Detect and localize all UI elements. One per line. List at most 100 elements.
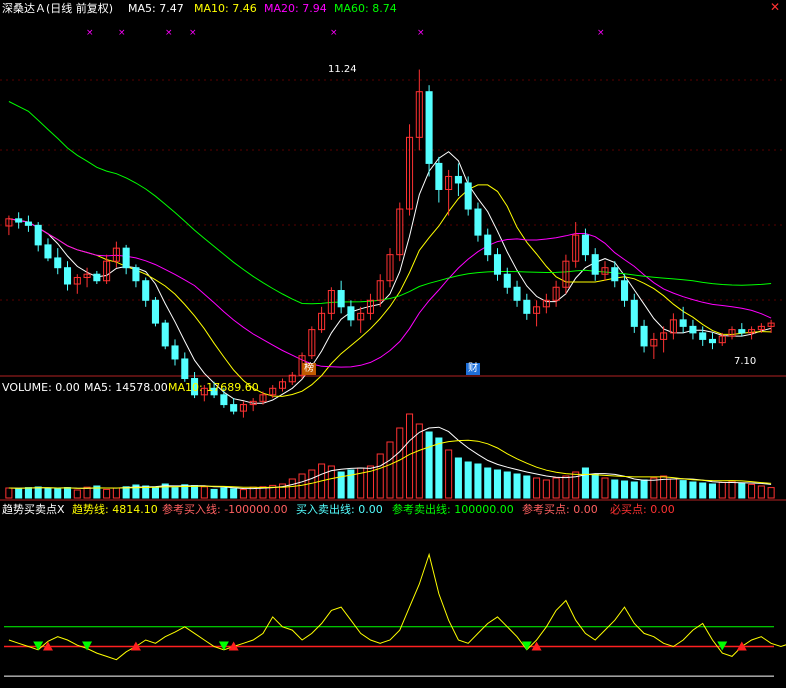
volume-bar: [679, 480, 687, 499]
candle-body: [738, 329, 746, 334]
candle-body: [122, 247, 130, 269]
ref-buy-point-label: 参考买点: 0.00: [522, 503, 598, 516]
candle-body: [523, 299, 531, 314]
volume-label: VOLUME: 0.00: [2, 381, 80, 394]
high-price-label: 11.24: [328, 64, 357, 75]
signal-x-marker: ×: [165, 28, 173, 38]
candle-body: [640, 325, 648, 347]
close-icon[interactable]: ✕: [770, 1, 780, 14]
candle-body: [93, 273, 101, 282]
low-price-label: 7.10: [734, 356, 757, 367]
event-badge[interactable]: 榜: [302, 363, 316, 375]
volume-bar: [337, 471, 345, 499]
candle-body: [132, 267, 140, 282]
volume-bar: [151, 486, 159, 499]
volume-bar: [103, 488, 111, 499]
must-buy-point-label: 必买点: 0.00: [610, 503, 675, 516]
candle-body: [220, 394, 228, 406]
volume-bar: [34, 486, 42, 499]
candle-body: [581, 234, 589, 256]
volume-bar: [503, 471, 511, 499]
ma10-label: MA10: 7.46: [194, 2, 257, 15]
volume-bar: [239, 489, 247, 499]
volume-bar: [171, 487, 179, 499]
candle-body: [54, 257, 62, 269]
signal-x-marker: ×: [417, 28, 425, 38]
signal-x-marker: ×: [597, 28, 605, 38]
volume-bar: [484, 467, 492, 499]
ref-sell-line-label: 参考卖出线: 100000.00: [392, 503, 514, 516]
volume-bar: [288, 478, 296, 499]
volume-ma5-label: MA5: 14578.00: [84, 381, 168, 394]
volume-bar: [445, 449, 453, 499]
volume-bar: [650, 477, 658, 499]
volume-bar: [191, 485, 199, 499]
candle-body: [630, 299, 638, 327]
volume-bar: [415, 423, 423, 499]
finance-badge[interactable]: 财: [466, 363, 480, 375]
candle-body: [591, 254, 599, 275]
volume-bar: [63, 487, 72, 499]
buy-sell-line-label: 买入卖出线: 0.00: [296, 503, 383, 516]
volume-bar: [669, 478, 677, 499]
volume-bar: [621, 480, 629, 499]
volume-bar: [73, 489, 81, 499]
volume-bar: [44, 487, 52, 499]
signal-x-marker: ×: [86, 28, 94, 38]
volume-bar: [542, 479, 550, 499]
candle-body: [474, 208, 482, 236]
volume-bar: [200, 486, 208, 499]
volume-bar: [718, 481, 726, 499]
candle-body: [503, 273, 511, 288]
volume-bar: [230, 488, 238, 499]
chart-canvas: × × × × × × ×: [0, 28, 786, 677]
candle-body: [493, 254, 502, 275]
ma5-label: MA5: 7.47: [128, 2, 184, 15]
volume-bar: [386, 441, 394, 499]
volume-bar: [464, 461, 472, 499]
ma60-label: MA60: 8.74: [334, 2, 397, 15]
signal-x-marker: ×: [330, 28, 338, 38]
candle-body: [142, 280, 150, 301]
signal-x-marker: ×: [189, 28, 197, 38]
volume-bar: [738, 482, 746, 499]
volume-bar: [591, 473, 599, 499]
candle-body: [181, 358, 189, 380]
volume-bar: [24, 487, 32, 499]
volume-ma10-label: MA10: 17689.60: [168, 381, 259, 394]
candle-body: [464, 182, 472, 210]
volume-bar: [15, 487, 23, 499]
volume-bar: [748, 483, 756, 499]
candle-body: [161, 322, 169, 347]
candle-body: [34, 224, 42, 246]
stock-title: 深桑达Ａ(日线 前复权): [2, 2, 114, 15]
volume-bar: [601, 477, 609, 499]
volume-bar: [454, 457, 462, 499]
candle-body: [230, 404, 238, 412]
candle-body: [63, 267, 72, 285]
volume-bar: [757, 485, 765, 499]
ma20-label: MA20: 7.94: [264, 2, 327, 15]
candle-body: [484, 234, 492, 256]
candle-body: [708, 338, 717, 344]
volume-bar: [728, 480, 736, 499]
trend-line: [8, 552, 786, 661]
volume-bar: [767, 487, 775, 499]
volume-bar: [533, 477, 541, 499]
volume-bar: [112, 487, 120, 499]
indicator-name: 趋势买卖点X: [2, 503, 65, 516]
volume-bar: [220, 487, 228, 499]
candlestick-series: × × × × × × ×: [5, 28, 775, 418]
candle-body: [454, 175, 462, 184]
volume-bar: [298, 473, 306, 499]
ma10-line: [8, 184, 772, 397]
volume-bar: [210, 488, 218, 499]
candle-body: [611, 267, 619, 282]
volume-bar: [708, 483, 717, 499]
volume-bars: [5, 413, 775, 499]
volume-bar: [493, 469, 502, 499]
candle-body: [151, 299, 159, 324]
candle-body: [435, 162, 443, 190]
candle-body: [337, 290, 345, 308]
trend-line-label: 趋势线: 4814.10: [72, 503, 158, 516]
